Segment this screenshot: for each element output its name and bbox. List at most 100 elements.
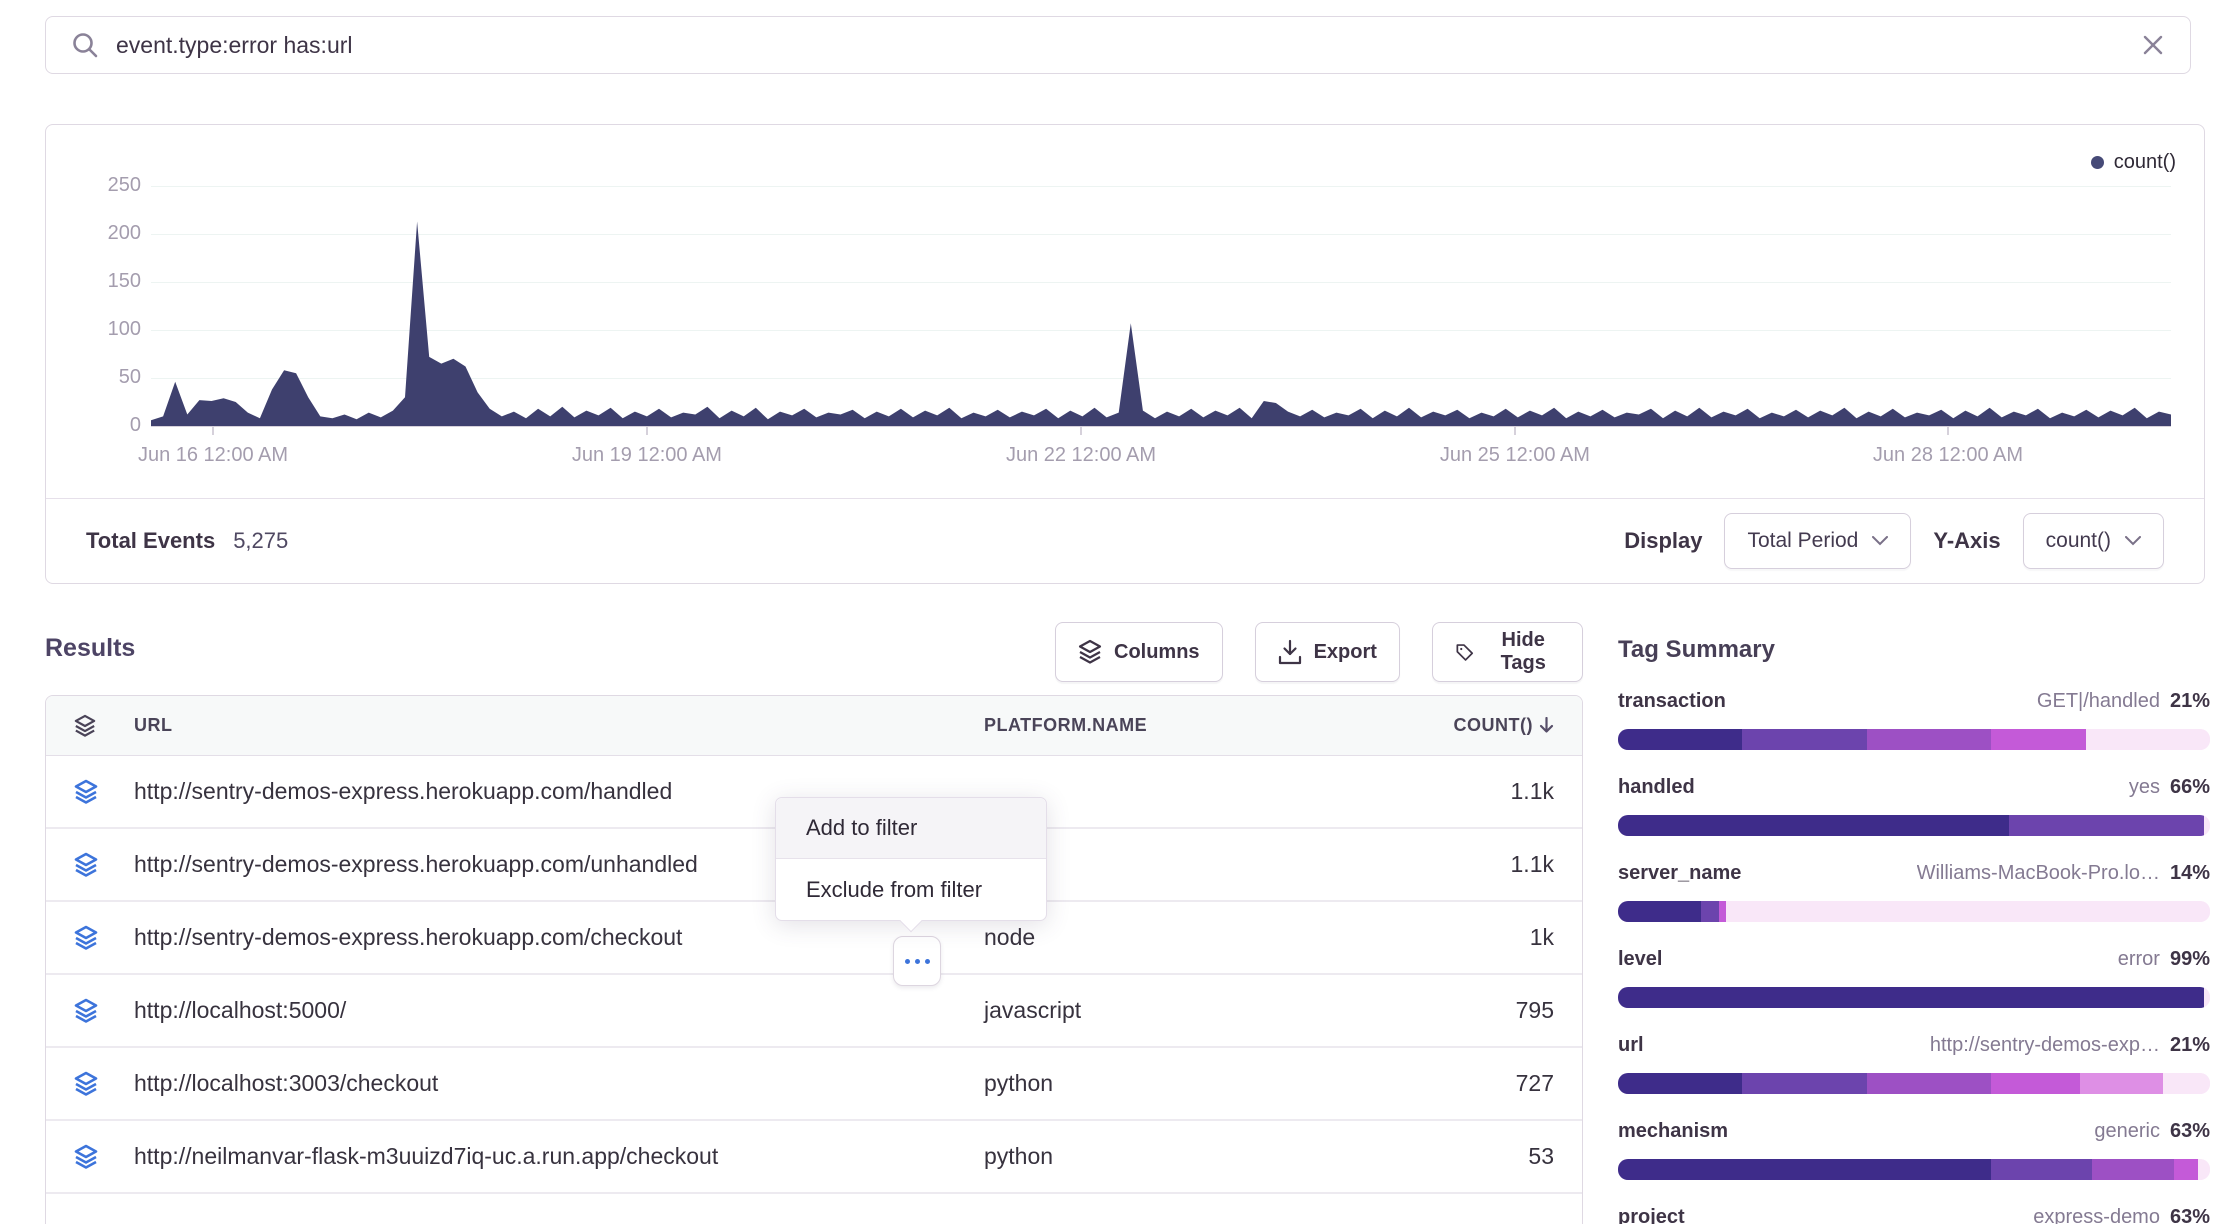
total-events-value: 5,275 <box>233 528 288 554</box>
stack-icon <box>74 1144 134 1170</box>
cell-actions-ellipsis-button[interactable] <box>893 936 941 986</box>
legend-series-dot <box>2091 156 2104 169</box>
tag-bar-segment[interactable] <box>2080 1073 2163 1094</box>
tag-icon <box>1455 640 1475 665</box>
results-table: URL PLATFORM.NAME COUNT() http://sentry-… <box>45 695 1583 1224</box>
tag-name: url <box>1618 1034 1644 1057</box>
yaxis-label: Y-Axis <box>1933 528 2000 554</box>
count-cell[interactable]: 727 <box>1404 1070 1554 1097</box>
tag-distribution-bar[interactable] <box>1618 1073 2210 1094</box>
tag-bar-segment[interactable] <box>2092 1159 2175 1180</box>
tag-bar-segment[interactable] <box>2204 815 2210 836</box>
export-button[interactable]: Export <box>1255 622 1400 682</box>
tag-bar-segment[interactable] <box>2009 815 2204 836</box>
url-cell[interactable]: http://localhost:5000/ <box>134 997 984 1024</box>
table-row[interactable]: http://neilmanvar-flask-m3uuizd7iq-uc.a.… <box>46 1121 1582 1194</box>
tag-bar-segment[interactable] <box>1719 901 1727 922</box>
tag-percent: 99% <box>2170 948 2210 971</box>
tag-bar-segment[interactable] <box>1867 1073 1991 1094</box>
tag-bar-segment[interactable] <box>1618 815 2009 836</box>
tag-bar-segment[interactable] <box>2198 1159 2210 1180</box>
tag-bar-segment[interactable] <box>1726 901 2210 922</box>
yaxis-select-value: count() <box>2046 529 2111 553</box>
count-cell[interactable]: 1.1k <box>1404 778 1554 805</box>
x-axis-tick-label: Jun 19 12:00 AM <box>572 444 722 467</box>
total-events-label: Total Events <box>86 528 215 554</box>
url-cell[interactable]: http://neilmanvar-flask-m3uuizd7iq-uc.a.… <box>134 1143 984 1170</box>
count-cell[interactable]: 53 <box>1404 1143 1554 1170</box>
chevron-down-icon <box>1872 536 1888 546</box>
columns-button[interactable]: Columns <box>1055 622 1223 682</box>
url-cell[interactable]: http://localhost:3003/checkout <box>134 1070 984 1097</box>
tag-percent: 21% <box>2170 690 2210 713</box>
tag-bar-segment[interactable] <box>1701 901 1719 922</box>
tag-name: transaction <box>1618 690 1726 713</box>
tag-bar-segment[interactable] <box>1618 1073 1742 1094</box>
x-axis-tick <box>1947 426 1949 435</box>
tag-percent: 66% <box>2170 776 2210 799</box>
display-select[interactable]: Total Period <box>1724 513 1911 569</box>
discover-page: event.type:error has:url count() 2502001… <box>0 0 2234 1224</box>
tag-row-mechanism: mechanismgeneric63% <box>1618 1120 2210 1180</box>
count-cell[interactable]: 795 <box>1404 997 1554 1024</box>
tag-bar-segment[interactable] <box>1991 729 2086 750</box>
results-heading: Results <box>45 634 135 663</box>
yaxis-select[interactable]: count() <box>2023 513 2164 569</box>
tag-bar-segment[interactable] <box>1618 729 1742 750</box>
tag-name: mechanism <box>1618 1120 1728 1143</box>
tag-distribution-bar[interactable] <box>1618 815 2210 836</box>
url-cell[interactable]: http://sentry-demos-express.herokuapp.co… <box>134 924 984 951</box>
tag-bar-segment[interactable] <box>1991 1159 2092 1180</box>
tag-distribution-bar[interactable] <box>1618 901 2210 922</box>
tag-distribution-bar[interactable] <box>1618 987 2210 1008</box>
tag-name: project <box>1618 1206 1685 1224</box>
column-header-count[interactable]: COUNT() <box>1404 715 1554 736</box>
platform-cell[interactable]: python <box>984 1143 1404 1170</box>
x-axis-tick-label: Jun 22 12:00 AM <box>1006 444 1156 467</box>
search-bar[interactable]: event.type:error has:url <box>45 16 2191 74</box>
sort-desc-arrow-icon <box>1539 717 1554 735</box>
tag-bar-segment[interactable] <box>2086 729 2210 750</box>
tag-bar-segment[interactable] <box>1742 729 1866 750</box>
tag-top-value: GET|/handled <box>2037 690 2160 713</box>
platform-cell[interactable]: javascript <box>984 997 1404 1024</box>
tag-bar-segment[interactable] <box>1618 987 2204 1008</box>
area-series-countfn <box>151 186 2171 426</box>
tag-name: level <box>1618 948 1662 971</box>
tag-distribution-bar[interactable] <box>1618 1159 2210 1180</box>
clear-search-icon[interactable] <box>2140 32 2166 58</box>
tag-name: server_name <box>1618 862 1741 885</box>
tag-top-value: error <box>2118 948 2160 971</box>
tag-bar-segment[interactable] <box>2163 1073 2210 1094</box>
platform-cell[interactable]: node <box>984 924 1404 951</box>
results-toolbar: Columns Export Hide Tags <box>1055 622 1583 682</box>
menu-item-add-to-filter[interactable]: Add to filter <box>776 798 1046 859</box>
table-row[interactable]: http://localhost:5000/javascript795 <box>46 975 1582 1048</box>
tag-bar-segment[interactable] <box>1742 1073 1866 1094</box>
x-axis-tick <box>1080 426 1082 435</box>
search-query[interactable]: event.type:error has:url <box>116 32 2140 59</box>
columns-button-label: Columns <box>1114 641 1200 664</box>
tag-percent: 14% <box>2170 862 2210 885</box>
count-cell[interactable]: 1k <box>1404 924 1554 951</box>
column-header-count-label: COUNT() <box>1454 715 1533 736</box>
tag-bar-segment[interactable] <box>2204 987 2210 1008</box>
tag-bar-segment[interactable] <box>2174 1159 2198 1180</box>
tag-bar-segment[interactable] <box>1867 729 1991 750</box>
tag-bar-segment[interactable] <box>1991 1073 2080 1094</box>
events-area-chart[interactable]: 250200150100500Jun 16 12:00 AMJun 19 12:… <box>151 186 2171 426</box>
tag-bar-segment[interactable] <box>1618 901 1701 922</box>
stack-icon <box>74 925 134 951</box>
tag-name: handled <box>1618 776 1695 799</box>
count-cell[interactable]: 1.1k <box>1404 851 1554 878</box>
column-header-platform[interactable]: PLATFORM.NAME <box>984 715 1404 736</box>
stack-icon <box>74 714 134 738</box>
platform-cell[interactable]: python <box>984 1070 1404 1097</box>
tag-row-transaction: transaction GET|/handled 21% <box>1618 690 2210 750</box>
tag-bar-segment[interactable] <box>1618 1159 1991 1180</box>
y-axis-tick-label: 250 <box>71 174 141 197</box>
column-header-url[interactable]: URL <box>134 715 984 736</box>
table-row[interactable]: http://localhost:3003/checkoutpython727 <box>46 1048 1582 1121</box>
tag-distribution-bar[interactable] <box>1618 729 2210 750</box>
hide-tags-button[interactable]: Hide Tags <box>1432 622 1583 682</box>
